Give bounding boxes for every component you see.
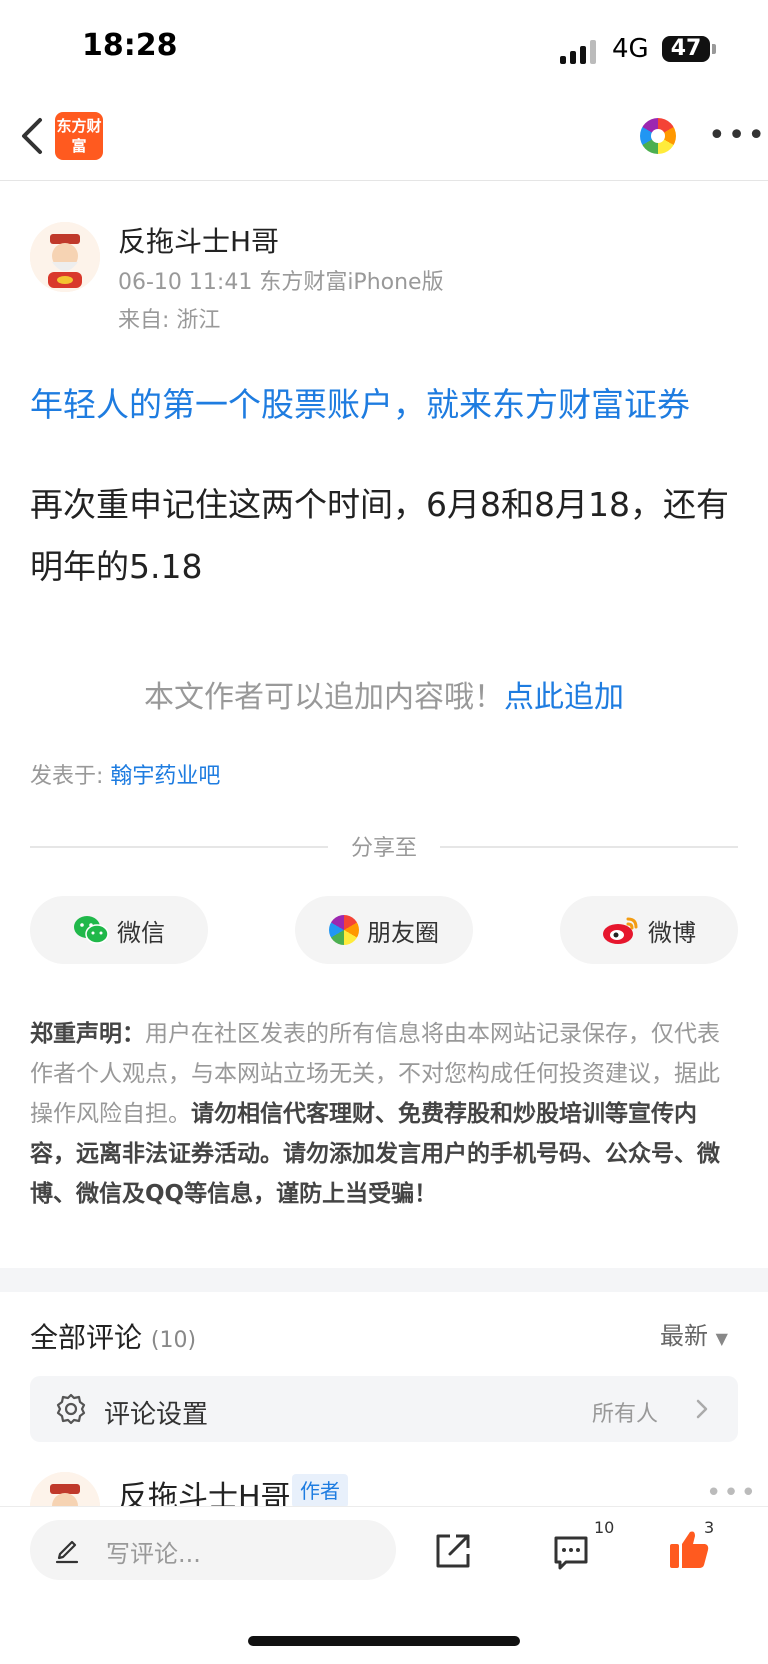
share-title: 分享至 bbox=[350, 836, 417, 861]
comment-settings-label: 评论设置 bbox=[104, 1400, 209, 1430]
gear-icon bbox=[56, 1393, 86, 1425]
append-link[interactable]: 点此追加 bbox=[504, 680, 624, 715]
home-indicator[interactable] bbox=[248, 1636, 520, 1646]
moments-icon bbox=[329, 915, 359, 945]
share-divider-right bbox=[440, 846, 738, 848]
share-icon[interactable] bbox=[434, 1532, 472, 1570]
share-moments-label: 朋友圈 bbox=[367, 918, 439, 947]
weibo-icon bbox=[603, 917, 638, 944]
share-weibo-button[interactable]: 微博 bbox=[560, 896, 738, 964]
avatar-figure-icon bbox=[30, 222, 100, 292]
author-badge: 作者 bbox=[292, 1474, 348, 1508]
comments-count: (10) bbox=[150, 1328, 197, 1353]
comment-input-placeholder: 写评论... bbox=[106, 1540, 201, 1568]
moments-share-icon[interactable] bbox=[640, 118, 676, 154]
comment-settings-value: 所有人 bbox=[592, 1402, 659, 1427]
sort-dropdown[interactable]: 最新 ▼ bbox=[660, 1316, 728, 1351]
comment-icon[interactable] bbox=[552, 1534, 590, 1572]
battery-icon: 47 bbox=[662, 36, 710, 62]
comment-count-badge: 10 bbox=[594, 1518, 615, 1537]
pen-icon bbox=[55, 1540, 79, 1564]
caret-down-icon: ▼ bbox=[715, 1329, 728, 1348]
promo-link[interactable]: 年轻人的第一个股票账户，就来东方财富证券 bbox=[30, 378, 690, 426]
battery-tip bbox=[712, 44, 716, 54]
share-moments-button[interactable]: 朋友圈 bbox=[295, 896, 473, 964]
post-meta: 06-10 11:41 东方财富iPhone版 bbox=[118, 270, 444, 295]
sort-label: 最新 bbox=[660, 1322, 708, 1350]
author-name[interactable]: 反拖斗士H哥 bbox=[118, 220, 279, 260]
comments-title: 全部评论 bbox=[30, 1321, 143, 1354]
posted-in: 发表于: 翰宇药业吧 bbox=[30, 758, 220, 790]
share-divider-left bbox=[30, 846, 328, 848]
comments-header: 全部评论 (10) bbox=[30, 1316, 196, 1356]
wechat-icon bbox=[74, 916, 109, 944]
share-weibo-label: 微博 bbox=[648, 918, 696, 947]
chevron-right-icon bbox=[696, 1399, 708, 1419]
back-arrow-icon[interactable] bbox=[18, 116, 48, 156]
comment-settings-row[interactable]: 评论设置 所有人 bbox=[30, 1376, 738, 1442]
share-wechat-label: 微信 bbox=[117, 918, 165, 947]
posted-in-label: 发表于: bbox=[30, 764, 111, 789]
comment-more-icon[interactable]: ••• bbox=[706, 1478, 758, 1508]
comment-input[interactable]: 写评论... bbox=[30, 1520, 396, 1580]
more-options-icon[interactable]: ••• bbox=[708, 121, 767, 151]
status-time: 18:28 bbox=[82, 28, 178, 63]
app-logo[interactable]: 东方财富 bbox=[55, 112, 103, 160]
append-hint-text: 本文作者可以追加内容哦！ bbox=[144, 680, 504, 715]
append-hint: 本文作者可以追加内容哦！点此追加 bbox=[0, 672, 768, 716]
share-wechat-button[interactable]: 微信 bbox=[30, 896, 208, 964]
post-location: 来自: 浙江 bbox=[118, 308, 221, 333]
nav-divider bbox=[0, 180, 768, 181]
section-gap bbox=[0, 1268, 768, 1292]
signal-icon bbox=[560, 40, 596, 64]
like-count: 3 bbox=[704, 1518, 715, 1537]
disclaimer: 郑重声明：用户在社区发表的所有信息将由本网站记录保存，仅代表作者个人观点，与本网… bbox=[30, 1014, 740, 1214]
disclaimer-heading: 郑重声明： bbox=[30, 1021, 145, 1047]
author-avatar[interactable] bbox=[30, 222, 100, 292]
network-type: 4G bbox=[612, 34, 649, 64]
bar-link[interactable]: 翰宇药业吧 bbox=[110, 764, 220, 789]
post-body: 再次重申记住这两个时间，6月8和8月18，还有明年的5.18 bbox=[30, 485, 729, 586]
